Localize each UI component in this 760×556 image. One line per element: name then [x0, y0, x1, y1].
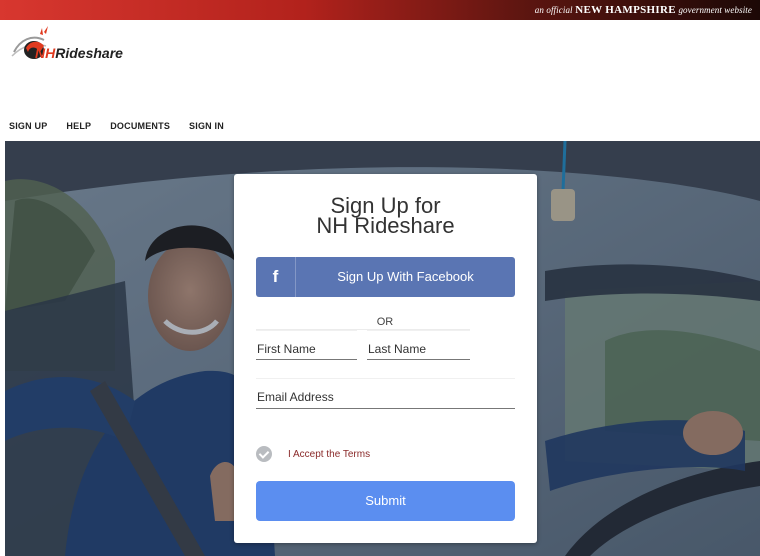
main-nav: SIGN UP HELP DOCUMENTS SIGN IN	[9, 121, 243, 131]
facebook-icon: f	[256, 257, 296, 297]
gov-banner: an official NEW HAMPSHIRE government web…	[0, 0, 760, 20]
nav-sign-in[interactable]: SIGN IN	[189, 121, 224, 131]
signup-card: Sign Up for NH Rideshare f Sign Up With …	[234, 174, 537, 543]
first-name-field[interactable]	[256, 338, 357, 360]
facebook-signup-button[interactable]: f Sign Up With Facebook	[256, 257, 515, 297]
email-field[interactable]	[256, 386, 515, 409]
last-name-top-line	[367, 330, 470, 331]
or-divider: OR	[256, 314, 470, 330]
terms-row: I Accept the Terms	[256, 445, 370, 463]
first-name-top-line	[256, 330, 357, 331]
signup-title-line2: NH Rideshare	[316, 213, 455, 238]
accept-terms-checkbox[interactable]	[256, 446, 272, 462]
gov-banner-prefix: an official	[534, 5, 573, 15]
signup-title: Sign Up for NH Rideshare	[234, 195, 537, 238]
accept-terms-label[interactable]: I Accept the Terms	[288, 449, 370, 460]
facebook-signup-label: Sign Up With Facebook	[337, 269, 474, 284]
nav-documents[interactable]: DOCUMENTS	[110, 121, 170, 131]
submit-button[interactable]: Submit	[256, 481, 515, 521]
logo-text: NHRideshare	[35, 45, 123, 61]
nav-help[interactable]: HELP	[66, 121, 91, 131]
logo-nh: NH	[35, 45, 56, 61]
email-top-line	[256, 378, 515, 379]
logo-rideshare: Rideshare	[55, 45, 123, 61]
gov-banner-state: NEW HAMPSHIRE	[575, 4, 676, 16]
gov-banner-suffix: government website	[678, 5, 752, 15]
nh-rideshare-logo[interactable]: NHRideshare	[10, 26, 130, 68]
or-text: OR	[376, 316, 394, 328]
gov-banner-text: an official NEW HAMPSHIRE government web…	[535, 4, 752, 16]
nav-sign-up[interactable]: SIGN UP	[9, 121, 47, 131]
last-name-field[interactable]	[367, 338, 470, 360]
